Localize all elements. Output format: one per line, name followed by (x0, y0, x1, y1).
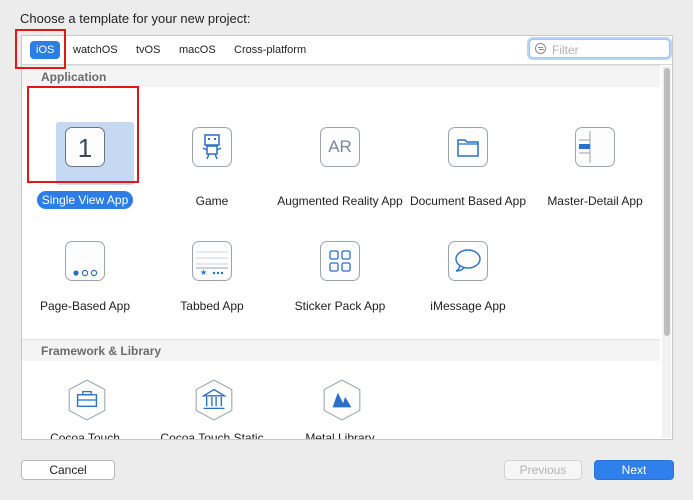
tile-label: Cocoa Touch Static Library (160, 431, 264, 440)
tile-label: Augmented Reality App (277, 194, 403, 208)
filter-input[interactable] (550, 41, 669, 58)
page-dots-icon (65, 241, 105, 281)
section-header-framework-library: Framework & Library (22, 339, 660, 361)
template-imessage-app[interactable]: iMessage App (405, 241, 531, 313)
speech-bubble-icon (448, 241, 488, 281)
template-game[interactable]: Game (149, 127, 275, 208)
tab-cross-platform[interactable]: Cross-platform (228, 41, 312, 59)
template-sticker-pack-app[interactable]: Sticker Pack App (277, 241, 403, 313)
ar-icon: AR (320, 127, 360, 167)
metal-icon (320, 378, 361, 421)
tile-label: Document Based App (409, 194, 527, 208)
annotation-box-ios-tab (15, 29, 66, 69)
template-page-based-app[interactable]: Page-Based App (22, 241, 148, 313)
tile-label: Single View App (36, 191, 134, 209)
svg-text:★: ★ (200, 268, 207, 277)
library-building-icon (192, 378, 233, 421)
template-tabbed-app[interactable]: ★ Tabbed App (149, 241, 275, 313)
section-header-application: Application (22, 65, 660, 87)
tab-bar-icon: ★ (192, 241, 232, 281)
vertical-scrollbar[interactable] (662, 66, 671, 438)
tile-label: Tabbed App (180, 299, 244, 313)
next-button[interactable]: Next (594, 460, 674, 480)
master-detail-icon (575, 127, 615, 167)
tab-macos[interactable]: macOS (173, 41, 222, 59)
scrollbar-thumb[interactable] (664, 68, 670, 336)
previous-button[interactable]: Previous (504, 460, 582, 480)
tile-label: Master-Detail App (547, 194, 643, 208)
tile-label: Sticker Pack App (294, 299, 386, 313)
cancel-button[interactable]: Cancel (21, 460, 115, 480)
tile-label: Page-Based App (39, 299, 131, 313)
template-cocoa-touch-static-library[interactable]: Cocoa Touch Static Library (149, 378, 275, 440)
dialog-prompt: Choose a template for your new project: (20, 11, 251, 26)
tile-label: Game (195, 194, 229, 208)
sticker-grid-icon (320, 241, 360, 281)
template-cocoa-touch-framework[interactable]: Cocoa Touch Framework (22, 378, 148, 440)
filter-icon (535, 43, 546, 54)
tab-watchos[interactable]: watchOS (67, 41, 124, 59)
tile-label: Metal Library (305, 431, 375, 440)
filter-field[interactable] (529, 39, 670, 58)
folder-icon (448, 127, 488, 167)
annotation-box-single-view-app (27, 86, 139, 183)
template-metal-library[interactable]: Metal Library (277, 378, 403, 440)
tile-label: Cocoa Touch Framework (50, 431, 120, 440)
template-document-based-app[interactable]: Document Based App (405, 127, 531, 223)
game-icon (192, 127, 232, 167)
template-augmented-reality-app[interactable]: AR Augmented Reality App (277, 127, 403, 223)
platform-tab-bar: iOS watchOS tvOS macOS Cross-platform (22, 36, 672, 65)
toolbox-icon (65, 378, 106, 421)
template-master-detail-app[interactable]: Master-Detail App (532, 127, 658, 208)
tab-tvos[interactable]: tvOS (130, 41, 166, 59)
tile-label: iMessage App (430, 299, 506, 313)
